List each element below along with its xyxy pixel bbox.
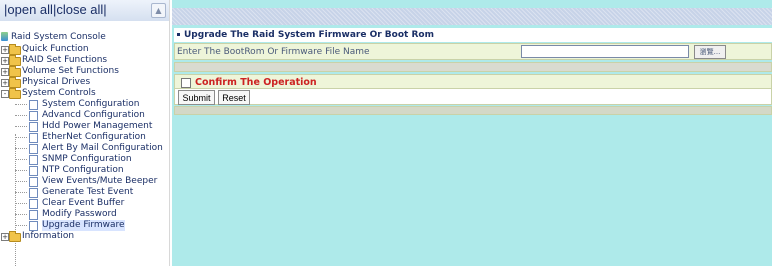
top-banner xyxy=(172,8,772,25)
open-folder-icon xyxy=(9,88,21,99)
tree-item-modify-password[interactable]: Modify Password xyxy=(0,209,169,220)
separator: | xyxy=(103,2,107,17)
navigation-frame: |open all|close all| ▲ Raid System Conso… xyxy=(0,0,170,266)
tree-item-label: Modify Password xyxy=(42,209,117,219)
tree-toolbar: |open all|close all| ▲ xyxy=(0,0,169,21)
tree-branch-line xyxy=(15,159,27,160)
tree-folder-label: Volume Set Functions xyxy=(22,66,119,76)
footer-bar xyxy=(174,106,772,115)
tree-branch-line xyxy=(15,170,27,171)
tree-folder-system-controls[interactable]: - System Controls xyxy=(0,88,169,99)
tree-root[interactable]: Raid System Console xyxy=(0,32,169,44)
tree-item-label: EtherNet Configuration xyxy=(42,132,146,142)
page-icon xyxy=(29,177,38,187)
tree-item-label: NTP Configuration xyxy=(42,165,124,175)
confirm-label: Confirm The Operation xyxy=(195,77,317,88)
tree-item-label: SNMP Configuration xyxy=(42,154,132,164)
file-name-row: Enter The BootRom Or Firmware File Name … xyxy=(174,43,772,60)
page-title: Upgrade The Raid System Firmware Or Boot… xyxy=(184,30,434,40)
tree-item-label: Advancd Configuration xyxy=(42,110,145,120)
tree-item-label: View Events/Mute Beeper xyxy=(42,176,158,186)
page-icon xyxy=(29,133,38,143)
tree-item-label: Hdd Power Management xyxy=(42,121,153,131)
tree-item-ethernet-configuration[interactable]: EtherNet Configuration xyxy=(0,132,169,143)
tree-folder-label: Quick Function xyxy=(22,44,89,54)
expand-plus-icon[interactable]: + xyxy=(1,233,9,241)
page-icon xyxy=(29,155,38,165)
tree-root-label: Raid System Console xyxy=(11,32,106,42)
tree-item-label: Generate Test Event xyxy=(42,187,134,197)
reset-button[interactable]: Reset xyxy=(218,90,250,105)
submit-button[interactable]: Submit xyxy=(178,90,215,105)
tree-item-system-configuration[interactable]: System Configuration xyxy=(0,99,169,110)
expand-plus-icon[interactable]: + xyxy=(1,79,9,87)
tree-folder-label: Information xyxy=(22,231,75,241)
navigation-tree: Raid System Console + Quick Function + R… xyxy=(0,32,169,266)
open-all-link[interactable]: open all xyxy=(7,2,53,17)
folder-icon xyxy=(9,77,21,88)
console-icon xyxy=(1,32,8,41)
tree-item-generate-test-event[interactable]: Generate Test Event xyxy=(0,187,169,198)
tree-folder-label: Physical Drives xyxy=(22,77,91,87)
tree-links: |open all|close all| xyxy=(4,2,107,17)
tree-folder-quick-function[interactable]: + Quick Function xyxy=(0,44,169,55)
tree-folder-physical-drives[interactable]: + Physical Drives xyxy=(0,77,169,88)
tree-branch-line xyxy=(15,214,27,215)
tree-item-upgrade-firmware[interactable]: Upgrade Firmware xyxy=(0,220,169,231)
collapse-minus-icon[interactable]: - xyxy=(1,90,9,98)
tree-branch-line xyxy=(15,203,27,204)
page-icon xyxy=(29,199,38,209)
tree-branch-line xyxy=(15,181,27,182)
tree-item-ntp-configuration[interactable]: NTP Configuration xyxy=(0,165,169,176)
page-icon xyxy=(29,221,38,231)
tree-item-alert-by-mail-configuration[interactable]: Alert By Mail Configuration xyxy=(0,143,169,154)
tree-branch-line xyxy=(15,115,27,116)
tree-folder-information[interactable]: + Information xyxy=(0,231,169,242)
tree-item-advancd-configuration[interactable]: Advancd Configuration xyxy=(0,110,169,121)
tree-branch-line xyxy=(15,104,27,105)
folder-icon xyxy=(9,231,21,242)
page-icon xyxy=(29,166,38,176)
expand-plus-icon[interactable]: + xyxy=(1,68,9,76)
divider-bar xyxy=(174,62,772,72)
tree-item-label: Clear Event Buffer xyxy=(42,198,125,208)
confirm-checkbox[interactable] xyxy=(181,77,191,88)
folder-icon xyxy=(9,55,21,66)
page-icon xyxy=(29,188,38,198)
file-name-label: Enter The BootRom Or Firmware File Name xyxy=(177,47,370,57)
page-icon xyxy=(29,100,38,110)
page-title-bar: Upgrade The Raid System Firmware Or Boot… xyxy=(174,28,772,42)
tree-branch-line xyxy=(15,225,27,226)
tree-folder-raid-set-functions[interactable]: + RAID Set Functions xyxy=(0,55,169,66)
tree-item-label: Alert By Mail Configuration xyxy=(42,143,163,153)
tree-item-label: System Configuration xyxy=(42,99,140,109)
browse-button[interactable]: 瀏覽... xyxy=(694,45,726,59)
tree-item-snmp-configuration[interactable]: SNMP Configuration xyxy=(0,154,169,165)
tree-branch-line xyxy=(15,137,27,138)
tree-branch-line xyxy=(15,192,27,193)
bullet-icon xyxy=(177,33,180,36)
page-icon xyxy=(29,210,38,220)
expand-plus-icon[interactable]: + xyxy=(1,57,9,65)
tree-branch-line xyxy=(15,148,27,149)
folder-icon xyxy=(9,66,21,77)
tree-item-view-events[interactable]: View Events/Mute Beeper xyxy=(0,176,169,187)
page-icon xyxy=(29,122,38,132)
expand-plus-icon[interactable]: + xyxy=(1,46,9,54)
tree-item-label: Upgrade Firmware xyxy=(42,220,125,231)
button-row: Submit Reset xyxy=(174,88,772,105)
tree-item-clear-event-buffer[interactable]: Clear Event Buffer xyxy=(0,198,169,209)
tree-item-hdd-power-management[interactable]: Hdd Power Management xyxy=(0,121,169,132)
page-icon xyxy=(29,111,38,121)
content-frame: Upgrade The Raid System Firmware Or Boot… xyxy=(172,0,772,266)
scroll-up-arrow-icon[interactable]: ▲ xyxy=(151,3,166,18)
tree-folder-label: System Controls xyxy=(22,88,96,98)
close-all-link[interactable]: close all xyxy=(56,2,103,17)
file-name-input[interactable] xyxy=(521,45,689,58)
tree-branch-line xyxy=(15,126,27,127)
tree-folder-volume-set-functions[interactable]: + Volume Set Functions xyxy=(0,66,169,77)
folder-icon xyxy=(9,44,21,55)
tree-folder-label: RAID Set Functions xyxy=(22,55,108,65)
page-icon xyxy=(29,144,38,154)
